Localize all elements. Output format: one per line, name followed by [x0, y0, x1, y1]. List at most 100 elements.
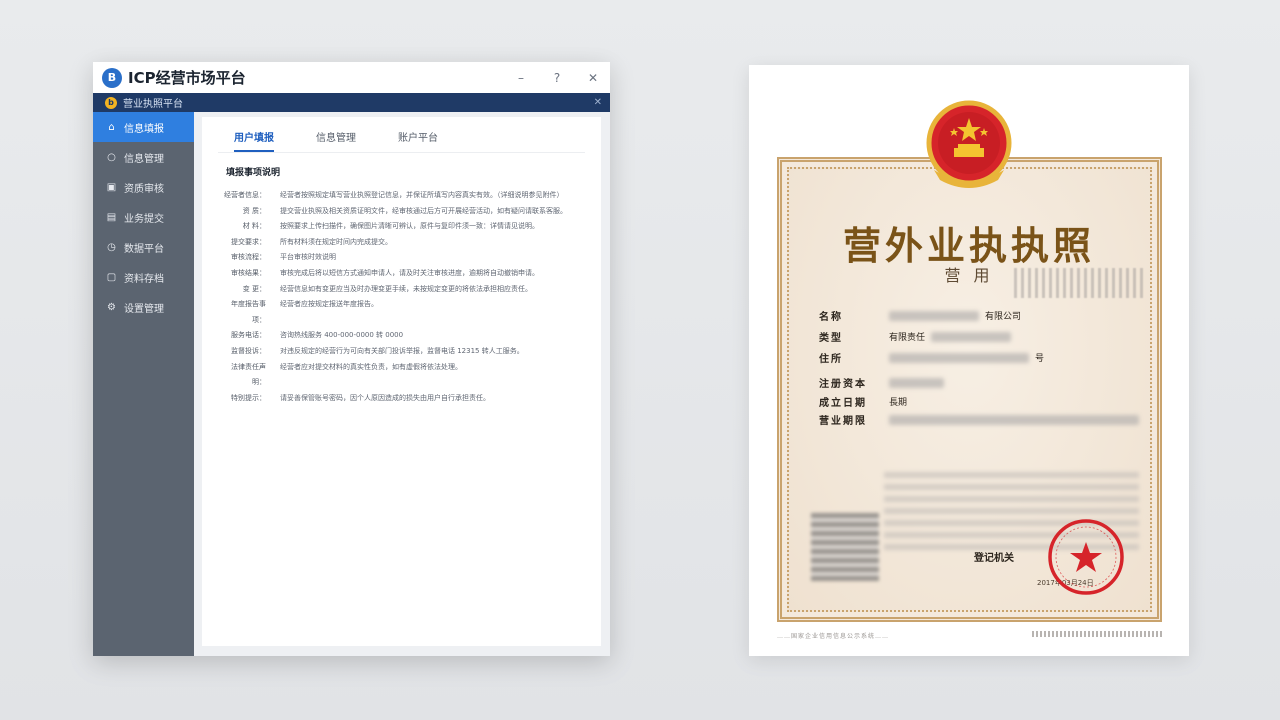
field-business-scope: 营业期限 [819, 412, 1139, 427]
image-icon: ▣ [106, 181, 117, 193]
sidebar-item-manage[interactable]: ○ 信息管理 [93, 142, 194, 172]
title-bar: B ICP经营市场平台 – ? ✕ [93, 62, 610, 93]
sub-logo-icon: b [105, 96, 117, 109]
tab-info-manage[interactable]: 信息管理 [316, 129, 356, 152]
info-label: 法律责任声明： [231, 362, 266, 387]
field-value: 有限责任 [889, 333, 926, 343]
info-row: 年度报告事项： 经营者应按规定报送年度报告。 [218, 297, 585, 328]
field-value: 長期 [889, 398, 908, 408]
info-row: 经营者信息： 经营者按照规定填写营业执照登记信息，并保证所填写内容真实有效。（详… [218, 188, 585, 204]
info-label: 变 更： [242, 284, 266, 293]
window-controls: – ? ✕ [514, 71, 600, 85]
field-label: 住所 [819, 354, 843, 365]
sidebar-item-submit[interactable]: ▤ 业务提交 [93, 202, 194, 232]
info-row: 监督投诉： 对违反规定的经营行为可向有关部门投诉举报，监督电话 12315 转人… [218, 344, 585, 360]
field-label: 注册资本 [819, 379, 867, 390]
field-value: 号 [1035, 354, 1045, 364]
sidebar-item-label: 资料存档 [124, 273, 164, 285]
doc-icon: ▢ [106, 271, 117, 283]
info-label: 材 料： [242, 222, 266, 231]
field-address: 住所 号 [819, 350, 1044, 365]
info-label: 提交要求： [231, 237, 266, 246]
info-value: 审核完成后将以短信方式通知申请人，请及时关注审核进度，逾期将自动撤销申请。 [280, 268, 539, 277]
info-label: 年度报告事项： [231, 300, 266, 324]
qr-code-icon [811, 513, 879, 581]
info-row: 特别提示： 请妥善保管账号密码，因个人原因造成的损失由用户自行承担责任。 [218, 391, 585, 407]
info-value: 经营者应对提交材料的真实性负责，如有虚假将依法处理。 [280, 362, 462, 371]
info-value: 咨询热线服务 400-000-0000 转 0000 [280, 331, 404, 340]
info-value: 经营者应按规定报送年度报告。 [280, 300, 378, 309]
info-value: 经营者按照规定填写营业执照登记信息，并保证所填写内容真实有效。（详细说明参见附件… [280, 191, 564, 199]
info-value: 请妥善保管账号密码，因个人原因造成的损失由用户自行承担责任。 [280, 393, 490, 402]
field-established: 成立日期 長期 [819, 394, 907, 409]
info-value: 平台审核时效说明 [280, 253, 336, 262]
field-label: 名称 [819, 312, 843, 323]
info-label: 监督投诉： [231, 346, 266, 355]
info-label: 服务电话： [231, 331, 266, 340]
home-icon: ⌂ [108, 121, 115, 133]
sidebar-item-label: 数据平台 [124, 243, 164, 255]
info-row: 材 料： 按照要求上传扫描件，确保图片清晰可辨认，原件与复印件须一致：详情请见说… [218, 219, 585, 235]
sub-header-label: 营业执照平台 [123, 99, 183, 110]
sidebar-item-label: 业务提交 [124, 213, 164, 225]
info-row: 服务电话： 咨询热线服务 400-000-0000 转 0000 [218, 328, 585, 344]
sidebar-item-review[interactable]: ▣ 资质审核 [93, 172, 194, 202]
field-capital: 注册资本 [819, 375, 944, 390]
sub-close-icon[interactable]: ✕ [594, 97, 602, 108]
app-logo-icon: B [102, 67, 122, 88]
info-label: 审核流程： [231, 253, 266, 262]
sidebar-item-settings[interactable]: ⚙ 设置管理 [93, 292, 194, 322]
business-license-document: 营外业执执照 营 用 名称 有限公司 类型 有限责任 住所 号 注册资本 成立日… [749, 65, 1189, 656]
info-label: 资 质： [242, 206, 266, 215]
info-value: 按照要求上传扫描件，确保图片清晰可辨认，原件与复印件须一致：详情请见说明。 [280, 222, 539, 231]
tab-user-fill[interactable]: 用户填报 [234, 129, 274, 152]
circle-icon: ○ [107, 151, 116, 163]
settings-icon: ⚙ [107, 301, 116, 313]
info-value: 所有材料须在规定时间内完成提交。 [280, 237, 392, 246]
info-row: 变 更： 经营信息如有变更应当及时办理变更手续，未按规定变更的将依法承担相应责任… [218, 282, 585, 298]
minimize-icon[interactable]: – [514, 71, 528, 85]
sidebar-item-label: 信息填报 [124, 123, 164, 135]
sidebar-item-label: 设置管理 [124, 303, 164, 315]
blurred-value [889, 310, 979, 321]
blurred-credit-code [1014, 268, 1144, 298]
sidebar-item-label: 资质审核 [124, 183, 164, 195]
sidebar: ⌂ 信息填报 ○ 信息管理 ▣ 资质审核 ▤ 业务提交 ◷ 数据平台 ▢ 资料存… [93, 112, 194, 656]
sidebar-item-fill[interactable]: ⌂ 信息填报 [93, 112, 194, 142]
sidebar-item-label: 信息管理 [124, 153, 164, 165]
official-seal-icon [1048, 519, 1124, 595]
field-value: 有限公司 [985, 312, 1022, 322]
tab-bar: 用户填报 信息管理 账户平台 [218, 117, 585, 153]
clock-icon: ◷ [107, 241, 116, 253]
field-label: 成立日期 [819, 398, 867, 409]
field-label: 类型 [819, 333, 843, 344]
info-row: 审核流程： 平台审核时效说明 [218, 250, 585, 266]
national-emblem-icon [926, 100, 1012, 188]
certificate-footer-right [1032, 631, 1162, 637]
app-title: ICP经营市场平台 [128, 69, 246, 87]
info-row: 审核结果： 审核完成后将以短信方式通知申请人，请及时关注审核进度，逾期将自动撤销… [218, 266, 585, 282]
info-label: 审核结果： [231, 268, 266, 277]
blurred-value [931, 331, 1012, 342]
field-type: 类型 有限责任 [819, 329, 1012, 344]
info-value: 提交营业执照及相关资质证明文件，经审核通过后方可开展经营活动，如有疑问请联系客服… [280, 206, 567, 215]
sidebar-item-archive[interactable]: ▢ 资料存档 [93, 262, 194, 292]
info-label: 经营者信息： [224, 191, 266, 199]
certificate-footer-left: ……国家企业信用信息公示系统…… [777, 633, 890, 640]
blurred-value [889, 377, 944, 388]
app-window: B ICP经营市场平台 – ? ✕ b 营业执照平台 ✕ ⌂ 信息填报 ○ 信息… [93, 62, 610, 656]
sidebar-item-data[interactable]: ◷ 数据平台 [93, 232, 194, 262]
close-icon[interactable]: ✕ [586, 71, 600, 85]
section-title: 填报事项说明 [226, 168, 281, 178]
info-row: 法律责任声明： 经营者应对提交材料的真实性负责，如有虚假将依法处理。 [218, 360, 585, 391]
sub-header-bar: b 营业执照平台 ✕ [93, 93, 610, 112]
info-row: 资 质： 提交营业执照及相关资质证明文件，经审核通过后方可开展经营活动，如有疑问… [218, 204, 585, 220]
main-content: 用户填报 信息管理 账户平台 填报事项说明 经营者信息： 经营者按照规定填写营业… [194, 112, 610, 656]
content-panel: 用户填报 信息管理 账户平台 填报事项说明 经营者信息： 经营者按照规定填写营业… [202, 117, 601, 646]
field-label: 营业期限 [819, 416, 867, 427]
blurred-value [889, 414, 1139, 425]
tab-account-platform[interactable]: 账户平台 [398, 129, 438, 152]
list-icon: ▤ [106, 211, 117, 223]
help-icon[interactable]: ? [550, 71, 564, 85]
issuing-authority: 登记机关 [974, 553, 1014, 564]
